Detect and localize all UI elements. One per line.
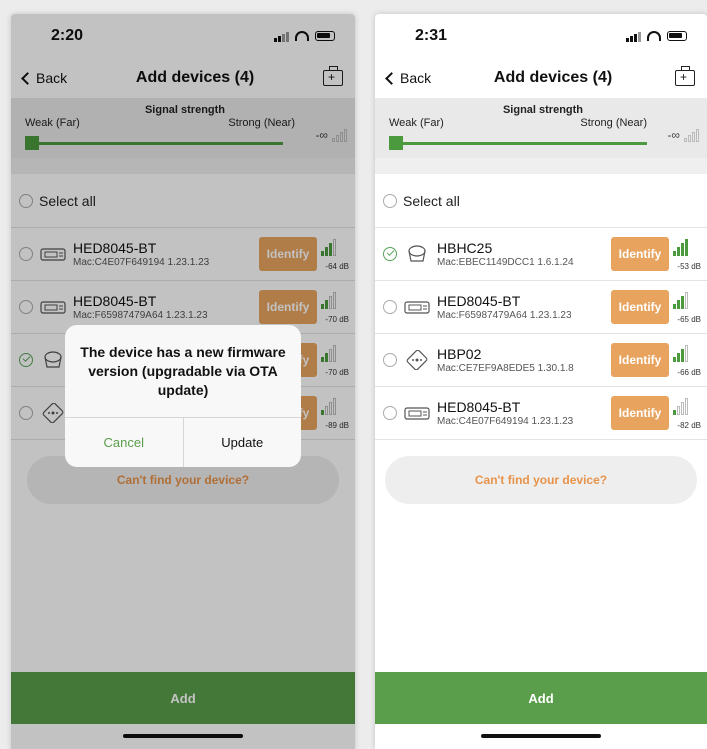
phone-right: 2:31 Back Add devices (4) Signal strengt…	[375, 14, 707, 749]
signal-end: -∞	[667, 128, 699, 142]
status-bar: 2:31	[375, 14, 707, 58]
wifi-icon	[647, 31, 661, 41]
nav-bar: Back Add devices (4)	[375, 58, 707, 98]
select-all-label: Select all	[403, 192, 460, 209]
rssi-indicator: -82 dB	[671, 396, 701, 430]
device-mac: Mac:C4E07F649194 1.23.1.23	[437, 416, 574, 427]
spacer	[375, 158, 707, 174]
device-name: HBP02	[437, 346, 482, 362]
device-checkbox[interactable]	[383, 247, 397, 261]
rssi-bars-icon	[673, 292, 688, 309]
identify-button[interactable]: Identify	[611, 396, 669, 430]
signal-value: -∞	[667, 128, 680, 142]
cellular-icon	[626, 31, 641, 42]
status-time: 2:31	[415, 27, 448, 44]
signal-slider[interactable]	[389, 136, 647, 150]
rssi-value: -82 dB	[677, 421, 701, 430]
page-title: Add devices (4)	[493, 69, 613, 86]
device-checkbox[interactable]	[383, 353, 397, 367]
phone-left: 2:20 Back Add devices (4) Signal strengt…	[11, 14, 355, 749]
identify-button[interactable]: Identify	[611, 343, 669, 377]
dialog-message: The device has a new firmware version (u…	[80, 344, 286, 398]
device-mac: Mac:CE7EF9A8EDE5 1.30.1.8	[437, 363, 574, 374]
rssi-indicator: -66 dB	[671, 343, 701, 377]
status-icons	[626, 31, 687, 42]
slider-thumb[interactable]	[389, 136, 403, 150]
select-all-row[interactable]: Select all	[375, 174, 707, 228]
identify-button[interactable]: Identify	[611, 290, 669, 324]
device-mac: Mac:F65987479A64 1.23.1.23	[437, 310, 572, 321]
device-row[interactable]: HBP02 Mac:CE7EF9A8EDE5 1.30.1.8 Identify…	[375, 334, 707, 387]
rssi-bars-icon	[673, 239, 688, 256]
device-checkbox[interactable]	[383, 300, 397, 314]
back-label: Back	[400, 70, 432, 86]
home-indicator[interactable]	[481, 734, 601, 738]
chevron-left-icon	[385, 71, 398, 85]
signal-weak-label: Weak (Far)	[389, 117, 444, 129]
rssi-value: -66 dB	[677, 368, 701, 377]
device-info: HBHC25 Mac:EBEC1149DCC1 1.6.1.24	[437, 240, 611, 268]
rssi-indicator: -65 dB	[671, 290, 701, 324]
bp-monitor-icon	[404, 301, 430, 314]
device-row[interactable]: HED8045-BT Mac:C4E07F649194 1.23.1.23 Id…	[375, 387, 707, 440]
signal-strength-panel: Signal strength Weak (Far) Strong (Near)…	[375, 98, 707, 158]
device-row[interactable]: HED8045-BT Mac:F65987479A64 1.23.1.23 Id…	[375, 281, 707, 334]
rssi-value: -53 dB	[677, 262, 701, 271]
device-info: HBP02 Mac:CE7EF9A8EDE5 1.30.1.8	[437, 346, 611, 374]
device-name: HBHC25	[437, 240, 493, 256]
toolbox-icon[interactable]	[674, 66, 695, 86]
device-info: HED8045-BT Mac:C4E07F649194 1.23.1.23	[437, 399, 611, 427]
rssi-bars-icon	[673, 345, 688, 362]
identify-button[interactable]: Identify	[611, 237, 669, 271]
comparison-stage: 2:20 Back Add devices (4) Signal strengt…	[0, 0, 707, 749]
battery-icon	[667, 31, 687, 41]
device-row[interactable]: HBHC25 Mac:EBEC1149DCC1 1.6.1.24 Identif…	[375, 228, 707, 281]
firmware-dialog: The device has a new firmware version (u…	[65, 325, 301, 467]
rssi-value: -65 dB	[677, 315, 701, 324]
back-button[interactable]: Back	[385, 70, 432, 86]
signal-strong-label: Strong (Near)	[580, 117, 647, 129]
device-name: HED8045-BT	[437, 293, 521, 309]
device-checkbox[interactable]	[383, 406, 397, 420]
device-mac: Mac:EBEC1149DCC1 1.6.1.24	[437, 257, 574, 268]
update-button[interactable]: Update	[184, 418, 302, 467]
device-info: HED8045-BT Mac:F65987479A64 1.23.1.23	[437, 293, 611, 321]
cant-find-button[interactable]: Can't find your device?	[385, 456, 697, 504]
scale-icon	[408, 245, 426, 262]
home-indicator-bar	[375, 724, 707, 749]
signal-bars-icon	[684, 129, 699, 142]
cancel-button[interactable]: Cancel	[65, 418, 184, 467]
device-list: HBHC25 Mac:EBEC1149DCC1 1.6.1.24 Identif…	[375, 228, 707, 440]
device-name: HED8045-BT	[437, 399, 521, 415]
rssi-indicator: -53 dB	[671, 237, 701, 271]
select-all-checkbox[interactable]	[383, 193, 397, 208]
signal-title: Signal strength	[502, 104, 584, 116]
bp-monitor-icon	[404, 407, 430, 420]
chip-device-icon	[406, 350, 428, 370]
rssi-bars-icon	[673, 398, 688, 415]
add-button[interactable]: Add	[375, 672, 707, 724]
